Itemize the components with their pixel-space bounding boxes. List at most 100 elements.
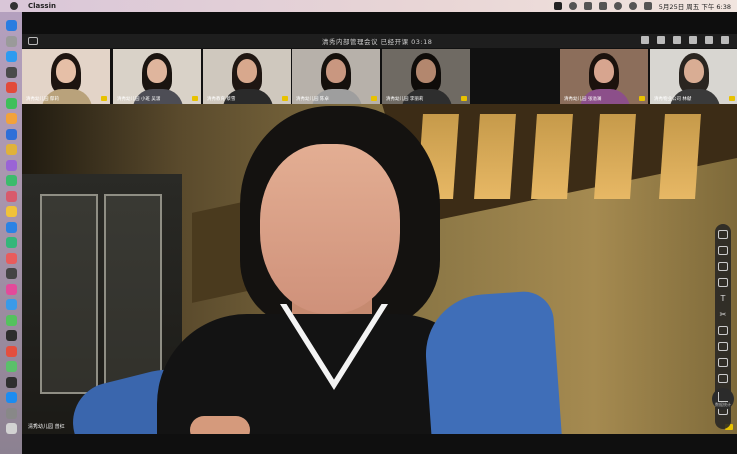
participant-name: 清秀物业公司 林献 (654, 97, 692, 102)
bluetooth-icon[interactable] (583, 2, 592, 10)
dock-app-icon[interactable] (6, 407, 17, 419)
participant-name: 清秀幼儿园 陈卓 (296, 97, 329, 102)
scissors-icon[interactable]: ✂ (718, 310, 728, 319)
search-icon[interactable] (628, 2, 637, 10)
dock-app-icon[interactable] (6, 221, 17, 233)
speaker-face (260, 144, 400, 314)
cloud-icon[interactable] (718, 342, 728, 351)
bottom-bar (22, 434, 737, 454)
participant-face (684, 59, 704, 83)
menu-bar: Classin 5月25日 周五 下午 6:38 (0, 0, 737, 12)
dock-app-icon[interactable] (6, 237, 17, 248)
speaker-hand (190, 416, 250, 434)
window-top-strip (22, 12, 737, 34)
dock-app-icon[interactable] (6, 128, 17, 140)
dock-app-icon[interactable] (6, 361, 17, 372)
app-menu-name[interactable]: Classin (28, 2, 56, 10)
dock-app-icon[interactable] (6, 35, 17, 47)
participant-name: 清秀幼儿园 鄢莉 (26, 97, 59, 102)
dock-app-icon[interactable] (6, 268, 17, 279)
participant-thumbnail[interactable]: 清秀幼儿园 陈卓 (292, 49, 380, 104)
participant-thumbnail[interactable]: 清秀物业公司 林献 (650, 49, 737, 104)
ceiling-panel (594, 114, 636, 199)
mic-icon (461, 96, 467, 101)
jacket-right (421, 289, 563, 434)
dock-app-icon[interactable] (6, 113, 17, 124)
participant-thumbnail[interactable]: 清秀幼儿园 鄢莉 (22, 49, 110, 104)
participant-thumbnail[interactable]: 清秀幼儿园 小班 吴潇 (113, 49, 201, 104)
shelf-door (40, 194, 98, 394)
participant-strip: 清秀幼儿园 鄢莉 清秀幼儿园 小班 吴潇 清秀教育 蔡雪 清秀幼儿园 陈卓 清秀幼儿园 … (22, 48, 737, 104)
control-center-icon[interactable] (643, 2, 652, 10)
dock-app-icon[interactable] (6, 376, 17, 388)
speaker-icon[interactable] (657, 36, 665, 44)
participant-face (237, 59, 257, 83)
participant-face (416, 59, 436, 83)
cursor-icon[interactable] (718, 230, 728, 239)
layout-icon[interactable] (28, 37, 38, 45)
dock-app-icon[interactable] (6, 51, 17, 62)
participant-name: 清秀幼儿园 小班 吴潇 (117, 97, 161, 102)
eraser-icon[interactable] (718, 278, 728, 287)
dock-app-icon[interactable] (6, 423, 17, 434)
menubar-datetime[interactable]: 5月25日 周五 下午 6:38 (659, 1, 731, 11)
stats-button[interactable]: 数据统计 (712, 388, 734, 410)
participant-thumbnail[interactable]: 清秀幼儿园 李丽莉 (382, 49, 470, 104)
window-title-bar: 清秀内部管理会议 已经开课 03:18 (22, 34, 737, 48)
window-controls (641, 36, 729, 44)
mic-icon (371, 96, 377, 101)
battery-icon[interactable] (598, 2, 607, 10)
apple-icon[interactable] (10, 2, 18, 10)
dock-app-icon[interactable] (6, 299, 17, 310)
stage-participant-name: 清秀幼儿园 曾红 (28, 424, 65, 430)
wifi-icon[interactable] (613, 2, 622, 10)
microphone-icon[interactable] (641, 36, 649, 44)
dock-app-icon[interactable] (6, 190, 17, 202)
select-icon[interactable] (718, 246, 728, 255)
shelf-door (104, 194, 162, 394)
participant-thumbnail[interactable]: 清秀教育 蔡雪 (203, 49, 291, 104)
stats-button-label: 数据统计 (715, 402, 731, 407)
dock-app-icon[interactable] (6, 159, 17, 171)
dock-app-icon[interactable] (6, 206, 17, 217)
text-icon[interactable]: T (718, 294, 728, 303)
participant-name: 清秀幼儿园 张溢澜 (564, 97, 602, 102)
dock-app-icon[interactable] (6, 283, 17, 295)
participant-thumbnail[interactable]: 清秀幼儿园 张溢澜 (560, 49, 648, 104)
mic-icon (282, 96, 288, 101)
dock (0, 12, 22, 454)
pen-icon[interactable] (718, 262, 728, 271)
dock-app-icon[interactable] (6, 175, 17, 186)
dock-app-icon[interactable] (6, 314, 17, 326)
participant-face (147, 59, 167, 83)
menubar-status-area: 5月25日 周五 下午 6:38 (553, 1, 731, 11)
ceiling-panel (531, 114, 573, 199)
close-icon[interactable] (721, 36, 729, 44)
keyboard-icon[interactable] (718, 358, 728, 367)
dock-app-icon[interactable] (6, 97, 17, 109)
dock-app-icon[interactable] (6, 144, 17, 155)
dock-app-icon[interactable] (6, 330, 17, 341)
participant-face (326, 59, 346, 83)
participant-face (56, 59, 76, 83)
participant-face (594, 59, 614, 83)
document-icon[interactable] (718, 374, 728, 383)
grid-icon[interactable] (689, 36, 697, 44)
dock-app-icon[interactable] (6, 252, 17, 264)
camera-icon[interactable] (673, 36, 681, 44)
cloud-icon[interactable] (568, 2, 577, 10)
dock-app-icon[interactable] (6, 82, 17, 93)
expand-icon[interactable] (705, 36, 713, 44)
dock-app-icon[interactable] (6, 66, 17, 78)
chart-icon (718, 392, 728, 402)
wechat-icon[interactable] (553, 2, 562, 10)
dock-app-icon[interactable] (6, 392, 17, 403)
window-title: 清秀内部管理会议 已经开课 03:18 (322, 38, 433, 46)
dock-app-icon[interactable] (6, 20, 17, 31)
dock-app-icon[interactable] (6, 345, 17, 357)
ceiling-panel (474, 114, 516, 199)
camera-tool-icon[interactable] (718, 326, 728, 335)
participant-name: 清秀幼儿园 李丽莉 (386, 97, 424, 102)
ceiling-panel (659, 114, 701, 199)
main-video-stage[interactable]: 清秀幼儿园 曾红 T ✂ 数据统计 (22, 104, 737, 434)
